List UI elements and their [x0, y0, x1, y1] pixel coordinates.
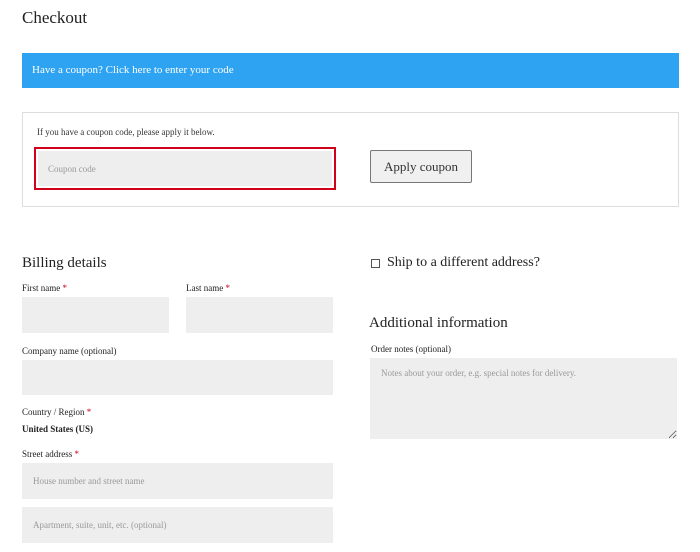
last-name-label: Last name *	[186, 283, 230, 293]
company-name-input[interactable]	[22, 360, 333, 395]
street-address-line1-input[interactable]	[22, 463, 333, 499]
first-name-label: First name *	[22, 283, 67, 293]
country-label: Country / Region *	[22, 407, 91, 417]
last-name-input[interactable]	[186, 297, 333, 333]
required-mark: *	[74, 449, 79, 459]
required-mark: *	[86, 407, 92, 417]
ship-different-address-row[interactable]: Ship to a different address?	[371, 255, 540, 271]
ship-different-address-checkbox[interactable]	[371, 258, 380, 268]
coupon-toggle-banner[interactable]: Have a coupon? Click here to enter your …	[22, 53, 679, 88]
coupon-code-input[interactable]	[38, 151, 332, 186]
coupon-input-highlight	[34, 147, 336, 190]
ship-different-address-label[interactable]: Ship to a different address?	[387, 255, 540, 271]
required-mark: *	[225, 283, 231, 293]
coupon-banner-text[interactable]: Have a coupon? Click here to enter your …	[32, 64, 234, 76]
street-address-label: Street address *	[22, 449, 79, 459]
billing-details-heading: Billing details	[22, 255, 107, 271]
page-title: Checkout	[22, 8, 88, 27]
street-address-line2-input[interactable]	[22, 507, 333, 543]
order-notes-textarea[interactable]	[370, 358, 677, 439]
last-name-label-text: Last name	[186, 283, 224, 293]
required-mark: *	[62, 283, 68, 293]
first-name-input[interactable]	[22, 297, 169, 333]
first-name-label-text: First name	[22, 283, 61, 293]
country-label-text: Country / Region	[22, 407, 85, 417]
additional-information-heading: Additional information	[369, 315, 508, 331]
company-name-label: Company name (optional)	[22, 346, 117, 356]
street-address-label-text: Street address	[22, 449, 73, 459]
coupon-hint: If you have a coupon code, please apply …	[37, 127, 215, 137]
order-notes-label: Order notes (optional)	[371, 344, 451, 354]
country-value: United States (US)	[22, 424, 93, 434]
apply-coupon-button[interactable]: Apply coupon	[370, 150, 472, 183]
coupon-form: If you have a coupon code, please apply …	[22, 112, 679, 207]
